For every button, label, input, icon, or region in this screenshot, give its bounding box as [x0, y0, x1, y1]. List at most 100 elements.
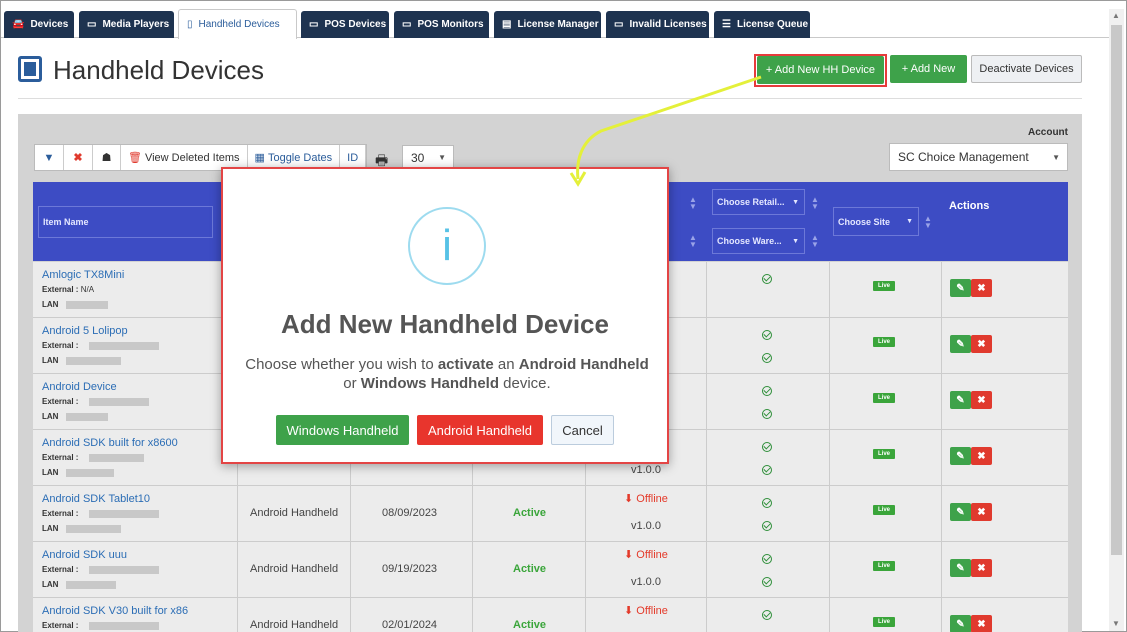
site-filter[interactable]: Choose Site ▼: [833, 207, 919, 236]
live-badge: Live: [873, 561, 895, 571]
external-label: External :: [42, 397, 79, 406]
cell-divider: [472, 486, 473, 541]
close-icon: ✖: [977, 394, 986, 406]
retailer-filter[interactable]: Choose Retail... ▼: [712, 189, 805, 215]
sort-icon[interactable]: ▲ ▼: [811, 234, 819, 249]
scrollbar[interactable]: ▲ ▼: [1109, 9, 1124, 631]
device-name-link[interactable]: Android 5 Lolipop: [42, 325, 128, 337]
close-icon: ✖: [977, 562, 986, 574]
modal-title: Add New Handheld Device: [281, 309, 609, 339]
msg-part: or: [343, 375, 361, 392]
tab-pos-monitors[interactable]: ▭ POS Monitors: [394, 11, 489, 38]
close-icon: ✖: [977, 282, 986, 294]
item-name-filter[interactable]: Item Name: [38, 206, 213, 238]
delete-button[interactable]: ✖: [971, 559, 992, 577]
lan-ip: LAN: [42, 580, 117, 589]
tab-label: Invalid Licenses: [629, 19, 707, 30]
android-handheld-button[interactable]: Android Handheld: [417, 415, 543, 445]
external-ip: External :: [42, 565, 159, 574]
delete-button[interactable]: ✖: [971, 279, 992, 297]
external-label: External :: [42, 509, 79, 518]
account-value: SC Choice Management: [898, 150, 1029, 164]
msg-part: device.: [499, 375, 551, 392]
cell-divider: [829, 262, 830, 317]
delete-button[interactable]: ✖: [971, 503, 992, 521]
device-name-link[interactable]: Amlogic TX8Mini: [42, 269, 124, 281]
tab-label: POS Devices: [324, 19, 387, 30]
trash-icon: 🗑: [128, 152, 142, 164]
tab-pos-devices[interactable]: ▭ POS Devices: [301, 11, 389, 38]
cell-divider: [350, 486, 351, 541]
check-circle-icon: [762, 274, 772, 284]
sort-icon[interactable]: ▲ ▼: [924, 215, 932, 230]
redacted-value: [88, 341, 159, 350]
device-name-link[interactable]: Android SDK uuu: [42, 549, 127, 561]
windows-handheld-button[interactable]: Windows Handheld: [276, 415, 409, 445]
live-badge: Live: [873, 617, 895, 627]
device-name-link[interactable]: Android SDK V30 built for x86: [42, 605, 188, 617]
delete-button[interactable]: ✖: [971, 335, 992, 353]
edit-button[interactable]: ✎: [950, 279, 971, 297]
cell-divider: [941, 374, 942, 429]
cell-divider: [237, 486, 238, 541]
toggle-dates-label: Toggle Dates: [267, 151, 333, 164]
sort-icon[interactable]: ▲ ▼: [811, 196, 819, 211]
edit-button[interactable]: ✎: [950, 503, 971, 521]
divider: [18, 98, 1082, 99]
delete-button[interactable]: ✖: [971, 615, 992, 632]
device-name-link[interactable]: Android Device: [42, 381, 117, 393]
tab-label: Media Players: [102, 19, 170, 30]
spy-icon[interactable]: ☗: [93, 145, 121, 170]
edit-button[interactable]: ✎: [950, 559, 971, 577]
device-name-link[interactable]: Android SDK Tablet10: [42, 493, 150, 505]
monitor-icon: ▭: [87, 19, 97, 30]
device-name-link[interactable]: Android SDK built for x8600: [42, 437, 178, 449]
check-circle-icon: [762, 330, 772, 340]
tab-media-players[interactable]: ▭ Media Players: [79, 11, 174, 38]
scroll-thumb[interactable]: [1111, 25, 1122, 555]
lan-ip: LAN: [42, 468, 115, 477]
filter-icon[interactable]: ▼: [35, 145, 64, 170]
external-ip: External : N/A: [42, 285, 94, 294]
sort-icon[interactable]: ▲ ▼: [689, 234, 697, 249]
edit-button[interactable]: ✎: [950, 615, 971, 632]
tab-license-queue[interactable]: ☰ License Queue: [714, 11, 810, 38]
delete-button[interactable]: ✖: [971, 447, 992, 465]
close-icon: ✖: [977, 618, 986, 630]
tab-invalid-licenses[interactable]: ▭ Invalid Licenses: [606, 11, 709, 38]
warehouse-filter[interactable]: Choose Ware... ▼: [712, 228, 805, 254]
down-arrow-icon: ⬇: [624, 549, 634, 561]
account-select[interactable]: SC Choice Management ▼: [889, 143, 1068, 171]
close-icon: ✖: [977, 450, 986, 462]
redacted-value: [88, 565, 159, 574]
sort-icon[interactable]: ▲ ▼: [689, 196, 697, 211]
cell-divider: [941, 262, 942, 317]
edit-button[interactable]: ✎: [950, 391, 971, 409]
deactivate-devices-button[interactable]: Deactivate Devices: [971, 55, 1082, 83]
external-ip: External :: [42, 397, 149, 406]
edit-button[interactable]: ✎: [950, 335, 971, 353]
cell-divider: [706, 374, 707, 429]
offline-status: ⬇ Offline: [624, 604, 668, 617]
device-date: 02/01/2024: [382, 619, 438, 631]
check-circle-icon: [762, 353, 772, 363]
tab-handheld-devices[interactable]: ▯ Handheld Devices: [178, 9, 297, 39]
tab-devices[interactable]: 🚘 Devices: [4, 11, 74, 38]
tab-license-manager[interactable]: ▤ License Manager: [494, 11, 601, 38]
scroll-down-icon[interactable]: ▼: [1112, 619, 1120, 628]
lan-label: LAN: [42, 300, 59, 309]
item-name-header: Item Name: [43, 217, 89, 227]
add-new-hh-device-button[interactable]: + Add New HH Device: [757, 56, 884, 84]
lan-ip: LAN: [42, 524, 122, 533]
edit-button[interactable]: ✎: [950, 447, 971, 465]
add-new-button[interactable]: + Add New: [890, 55, 967, 83]
msg-activate: activate: [437, 356, 494, 373]
delete-button[interactable]: ✖: [971, 391, 992, 409]
scroll-up-icon[interactable]: ▲: [1112, 11, 1120, 20]
cell-divider: [237, 542, 238, 597]
cancel-button[interactable]: Cancel: [551, 415, 614, 445]
clear-filter-icon[interactable]: ✖: [64, 145, 93, 170]
external-value: N/A: [80, 285, 95, 294]
modal-message: Choose whether you wish to activate an A…: [243, 355, 651, 393]
pencil-icon: ✎: [956, 394, 965, 406]
